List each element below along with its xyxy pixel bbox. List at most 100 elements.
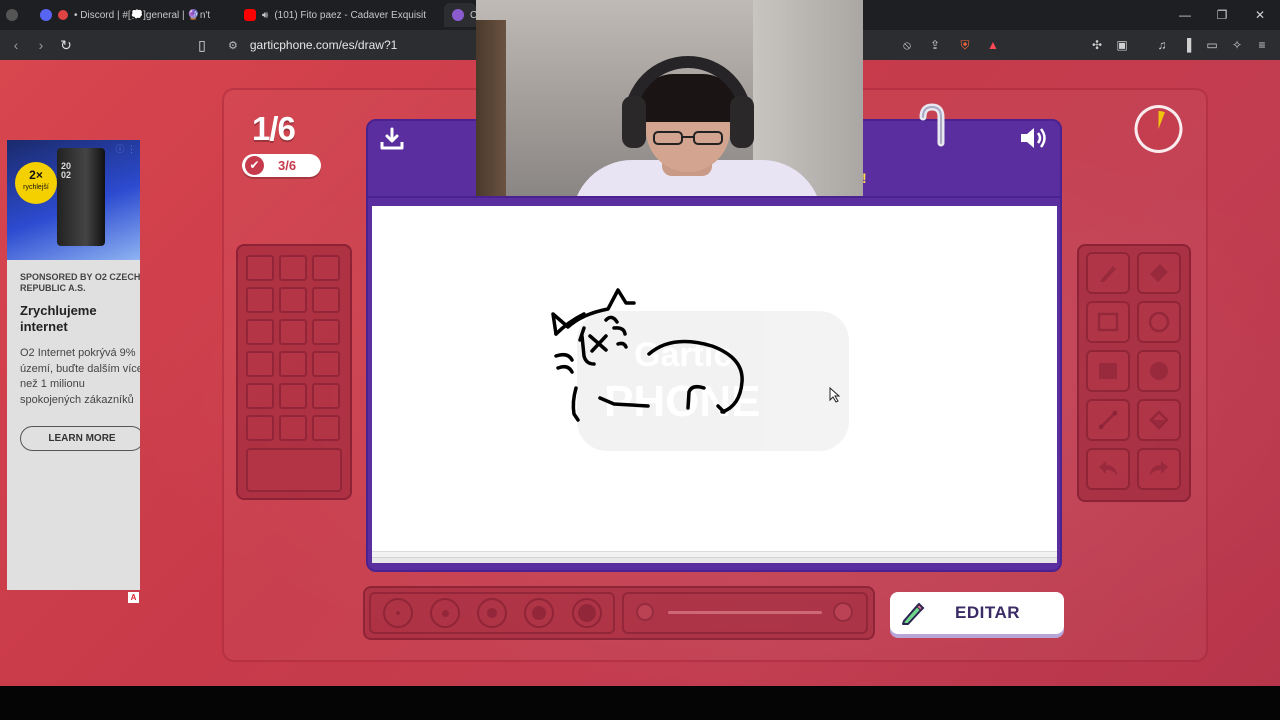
volume-icon[interactable] [1018, 124, 1048, 152]
timer-icon [1134, 105, 1183, 153]
eraser-icon [1150, 264, 1168, 282]
color-swatch[interactable] [279, 255, 307, 281]
wallet-icon[interactable]: ▭ [1205, 38, 1219, 52]
brush-size-1[interactable] [383, 598, 413, 628]
brave-rewards-icon[interactable]: ▲ [986, 38, 1000, 52]
tab-discord[interactable]: • Discord | #[💭]general | 🔮n't [40, 3, 230, 27]
back-icon[interactable]: ‹ [8, 37, 24, 53]
fill-bucket-tool[interactable] [1137, 399, 1181, 441]
undo-tool[interactable] [1086, 448, 1130, 490]
color-swatch[interactable] [279, 287, 307, 313]
brush-size-3[interactable] [477, 598, 507, 628]
tab-gartic[interactable]: C [444, 3, 476, 27]
round-counter: 1/6 [252, 110, 296, 147]
pencil-icon [902, 602, 925, 625]
ad-image[interactable]: 20 02 2× rychlejší ⓘ ⋮ [7, 140, 140, 260]
color-swatch[interactable] [246, 287, 274, 313]
color-swatch[interactable] [312, 255, 340, 281]
no-tracking-icon[interactable]: ⦸ [900, 38, 914, 52]
undo-icon [1099, 461, 1117, 476]
taskbar-area [0, 686, 1280, 720]
color-swatch[interactable] [312, 287, 340, 313]
opacity-slider-track[interactable] [668, 611, 822, 614]
color-swatch[interactable] [246, 351, 274, 377]
ellipse-fill-icon [1150, 362, 1168, 380]
color-swatch[interactable] [312, 415, 340, 441]
rectangle-outline-icon [1097, 312, 1119, 332]
download-icon[interactable] [379, 126, 405, 152]
ellipse-fill-tool[interactable] [1137, 350, 1181, 392]
menu-icon[interactable]: ≡ [1255, 38, 1269, 52]
extensions-icon[interactable]: ✣ [1090, 38, 1104, 52]
screenshot-icon[interactable]: ▣ [1115, 38, 1129, 52]
site-info-icon[interactable]: ⚙ [228, 39, 238, 52]
tab-title: • Discord | #[💭]general | 🔮n't [74, 9, 211, 21]
edit-button[interactable]: EDITAR [890, 592, 1064, 634]
color-swatch[interactable] [246, 255, 274, 281]
restore-icon[interactable]: ❐ [1203, 0, 1241, 30]
url-text: garticphone.com/es/draw?1 [249, 38, 398, 52]
webcam-overlay [476, 0, 863, 196]
ad-body: O2 Internet pokrývá 9% území, buďte dalš… [20, 347, 140, 406]
paper-edge [372, 557, 1057, 563]
reload-icon[interactable]: ↻ [58, 37, 74, 53]
edit-button-label: EDITAR [955, 603, 1021, 622]
players-done-badge: ✔ 3/6 [242, 154, 321, 177]
rectangle-outline-tool[interactable] [1086, 301, 1130, 343]
bookmark-icon[interactable]: ▯ [194, 37, 210, 53]
minimize-icon[interactable]: — [1166, 0, 1204, 30]
cam-glasses [653, 131, 723, 145]
cat-whiskers-left [554, 352, 574, 374]
router-label: 20 02 [61, 161, 72, 180]
sidebar-ad[interactable]: 20 02 2× rychlejší ⓘ ⋮ SPONSORED BY O2 CZE… [7, 140, 140, 590]
hook-decoration [919, 103, 945, 147]
color-swatch[interactable] [279, 415, 307, 441]
ad-learn-more-button[interactable]: LEARN MORE [20, 426, 140, 451]
color-swatch[interactable] [246, 319, 274, 345]
color-swatch[interactable] [312, 351, 340, 377]
drawing-canvas[interactable]: Gartic PHONE [372, 206, 1057, 552]
ad-sponsor: SPONSORED BY O2 CZECH REPUBLIC A.S. [20, 272, 140, 293]
tab-youtube[interactable]: 🔊︎ (101) Fito paez - Cadaver Exquisit [244, 3, 428, 27]
color-swatch[interactable] [246, 383, 274, 409]
redo-tool[interactable] [1137, 448, 1181, 490]
recording-icon [58, 10, 68, 20]
eraser-tool[interactable] [1137, 252, 1181, 294]
color-swatch[interactable] [312, 383, 340, 409]
brush-size-5[interactable] [572, 598, 602, 628]
tab-title: (101) Fito paez - Cadaver Exquisit [274, 9, 427, 21]
share-icon[interactable]: ⇪ [928, 38, 942, 52]
color-swatch[interactable] [279, 351, 307, 377]
ad-title[interactable]: Zrychlujeme internet [20, 303, 140, 335]
leo-ai-icon[interactable]: ✧ [1230, 38, 1244, 52]
speed-badge: 2× rychlejší [15, 162, 57, 204]
ad-info-icon[interactable]: ⓘ ⋮ [115, 142, 136, 155]
rectangle-fill-icon [1099, 363, 1117, 379]
music-icon[interactable]: ♫ [1155, 38, 1169, 52]
current-color[interactable] [246, 448, 342, 492]
brush-size-2[interactable] [430, 598, 460, 628]
cam-door [476, 20, 506, 196]
close-icon[interactable]: ✕ [1241, 0, 1279, 30]
sidebar-icon[interactable]: ▐ [1180, 38, 1194, 52]
cam-headphone-cup-right [730, 96, 754, 148]
color-swatch[interactable] [246, 415, 274, 441]
brush-size-4[interactable] [524, 598, 554, 628]
gartic-watermark: Gartic PHONE [577, 311, 849, 451]
color-swatch[interactable] [312, 319, 340, 345]
check-icon: ✔ [245, 156, 264, 175]
forward-icon[interactable]: › [33, 37, 49, 53]
cam-headphone-cup-left [622, 96, 646, 148]
color-swatch[interactable] [279, 383, 307, 409]
ellipse-outline-tool[interactable] [1137, 301, 1181, 343]
adchoices-icon[interactable]: A [128, 592, 139, 603]
line-tool[interactable] [1086, 399, 1130, 441]
brave-shield-icon[interactable]: ⛨ [958, 38, 972, 52]
opacity-slider-handle[interactable] [833, 602, 853, 622]
line-icon [1098, 410, 1118, 430]
color-swatch[interactable] [279, 319, 307, 345]
browser-menu-icon[interactable] [6, 3, 22, 27]
rectangle-fill-tool[interactable] [1086, 350, 1130, 392]
pencil-tool[interactable] [1086, 252, 1130, 294]
ellipse-outline-icon [1148, 311, 1170, 333]
